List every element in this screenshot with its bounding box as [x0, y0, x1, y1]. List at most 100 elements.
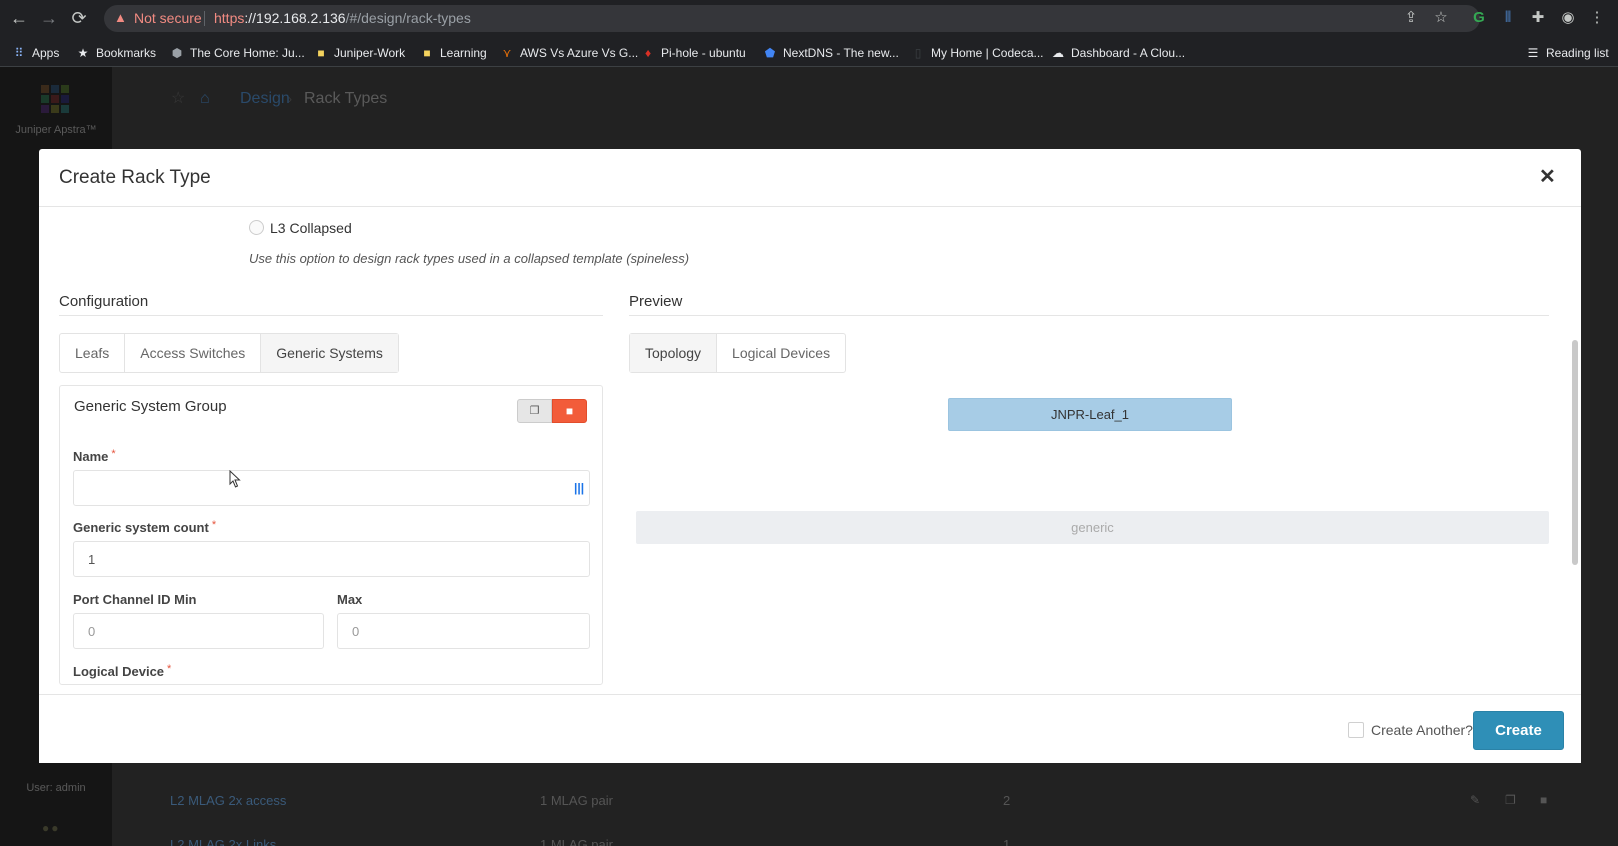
- table-row-name[interactable]: L2 MLAG 2x Links: [170, 837, 276, 846]
- status-dots-icon: ●●: [42, 821, 61, 835]
- bookmark-star-icon[interactable]: ☆: [1430, 7, 1452, 29]
- reload-icon[interactable]: ⟳: [67, 6, 91, 30]
- user-label: User: admin: [26, 782, 86, 794]
- raspberry-icon: ♦: [644, 46, 652, 60]
- trash-icon: ■: [565, 404, 574, 418]
- back-arrow-icon[interactable]: ←: [7, 6, 31, 30]
- port-channel-min-input[interactable]: [73, 613, 324, 649]
- bookmarks-bar: ⠿ Apps ★ Bookmarks ⬢ The Core Home: Ju... ■…: [0, 37, 1618, 67]
- warning-icon: ▲: [114, 10, 127, 25]
- clone-button[interactable]: ❐: [517, 399, 552, 423]
- star-icon[interactable]: ☆: [171, 89, 185, 109]
- clone-icon: ❐: [529, 405, 540, 417]
- table-row-count: 1: [1003, 837, 1011, 846]
- bookmark-nextdns[interactable]: ⬟ NextDNS - The new...: [763, 45, 899, 61]
- trash-icon[interactable]: ■: [1540, 793, 1547, 807]
- breadcrumb-design[interactable]: Design: [240, 89, 290, 109]
- password-manager-icon[interactable]: |||: [574, 481, 584, 495]
- bookmark-aws-azure[interactable]: ⋎ AWS Vs Azure Vs G...: [500, 45, 639, 61]
- required-mark: *: [111, 448, 116, 460]
- l3-collapsed-label[interactable]: L3 Collapsed: [270, 219, 352, 237]
- l3-collapsed-radio[interactable]: [249, 220, 264, 235]
- generic-system-group-panel: Generic System Group ❐ ■ Name * ||| Gener…: [59, 385, 603, 685]
- bookmark-core-home[interactable]: ⬢ The Core Home: Ju...: [170, 45, 305, 61]
- bookmark-apps[interactable]: ⠿ Apps: [12, 45, 60, 61]
- tab-access-switches[interactable]: Access Switches: [125, 334, 262, 372]
- folder-icon: ■: [423, 46, 431, 60]
- share-icon[interactable]: ⇪: [1400, 7, 1422, 29]
- url-host: ://192.168.2.136: [244, 10, 346, 26]
- table-row-type: 1 MLAG pair: [540, 837, 613, 846]
- tab-generic-systems[interactable]: Generic Systems: [261, 334, 398, 372]
- home-icon[interactable]: ⌂: [200, 89, 210, 109]
- port-channel-max-input[interactable]: [337, 613, 590, 649]
- breadcrumb-separator: ›: [288, 92, 292, 106]
- preview-tabs: Topology Logical Devices: [629, 333, 847, 373]
- required-mark: *: [211, 519, 217, 531]
- tab-leafs[interactable]: Leafs: [60, 334, 126, 372]
- name-label: Name *: [73, 448, 116, 464]
- shield-icon: ⬟: [764, 46, 776, 60]
- preview-divider: [629, 315, 1549, 316]
- bookmark-juniper-work[interactable]: ■ Juniper-Work: [314, 45, 405, 61]
- edit-icon[interactable]: ✎: [1470, 793, 1480, 807]
- reading-list-icon: ☰: [1527, 46, 1539, 60]
- puzzle-extensions-icon[interactable]: ✚: [1527, 7, 1549, 29]
- generic-node[interactable]: generic: [636, 511, 1549, 544]
- required-mark: *: [167, 663, 172, 675]
- configuration-divider: [59, 315, 603, 316]
- leaf-node[interactable]: JNPR-Leaf_1: [948, 398, 1232, 431]
- table-row-count: 2: [1003, 793, 1011, 808]
- preview-title: Preview: [629, 293, 683, 310]
- shield-icon: ⬢: [171, 46, 183, 60]
- delete-button[interactable]: ■: [552, 399, 587, 423]
- bookmark-bookmarks[interactable]: ★ Bookmarks: [76, 45, 156, 61]
- create-button[interactable]: Create: [1473, 711, 1564, 750]
- grammarly-extension-icon[interactable]: G: [1468, 7, 1490, 29]
- bookmark-pihole[interactable]: ♦ Pi-hole - ubuntu: [641, 45, 746, 61]
- address-bar[interactable]: ▲ Not secure https://192.168.2.136/#/des…: [104, 5, 1480, 32]
- port-channel-max-label: Max: [337, 592, 363, 607]
- forward-arrow-icon[interactable]: →: [37, 6, 61, 30]
- modal-body[interactable]: L3 Collapsed Use this option to design r…: [39, 207, 1581, 694]
- brand-name: Juniper Apstra™: [15, 124, 97, 136]
- group-actions: ❐ ■: [517, 399, 587, 423]
- generic-system-count-input[interactable]: [73, 541, 590, 577]
- breadcrumb-current: Rack Types: [304, 90, 388, 107]
- clone-icon[interactable]: ❐: [1505, 793, 1516, 807]
- configuration-tabs: Leafs Access Switches Generic Systems: [59, 333, 399, 373]
- cloud-icon: ☁: [1052, 46, 1064, 60]
- configuration-title: Configuration: [59, 293, 149, 310]
- address-separator: [204, 11, 205, 26]
- url-protocol: https: [214, 10, 245, 26]
- security-status[interactable]: Not secure: [134, 10, 202, 27]
- star-icon: ★: [77, 46, 89, 60]
- browser-chrome: ← → ⟳ ▲ Not secure https://192.168.2.136…: [0, 0, 1618, 67]
- bookmark-learning[interactable]: ■ Learning: [420, 45, 486, 61]
- tab-logical-devices[interactable]: Logical Devices: [717, 334, 845, 372]
- modal-scrollbar-thumb[interactable]: [1572, 340, 1578, 565]
- menu-kebab-icon[interactable]: ⋮: [1586, 7, 1608, 29]
- profile-avatar-icon[interactable]: ◉: [1557, 7, 1579, 29]
- extension-icon[interactable]: ⦀: [1497, 7, 1519, 29]
- browser-toolbar: ← → ⟳ ▲ Not secure https://192.168.2.136…: [0, 0, 1618, 37]
- bookmark-my-home[interactable]: ▯ My Home | Codeca...: [911, 45, 1044, 61]
- reading-list[interactable]: ☰ Reading list: [1526, 45, 1609, 61]
- bookmark-dashboard[interactable]: ☁ Dashboard - A Clou...: [1051, 45, 1185, 61]
- table-row-name[interactable]: L2 MLAG 2x access: [170, 793, 286, 809]
- name-input[interactable]: [73, 470, 590, 506]
- apstra-logo: [36, 83, 72, 119]
- tab-topology[interactable]: Topology: [630, 334, 718, 372]
- count-label: Generic system count *: [73, 519, 217, 535]
- modal-title: Create Rack Type: [59, 167, 211, 188]
- modal-footer: Create Another? Create: [39, 694, 1581, 763]
- apps-grid-icon: ⠿: [14, 46, 24, 60]
- url-text[interactable]: https://192.168.2.136/#/design/rack-type…: [214, 10, 471, 27]
- create-another-checkbox[interactable]: [1348, 722, 1364, 738]
- url-path: /#/design/rack-types: [345, 10, 471, 26]
- close-icon[interactable]: ✕: [1539, 167, 1556, 187]
- logical-device-label: Logical Device *: [73, 663, 172, 679]
- port-channel-min-label: Port Channel ID Min: [73, 592, 197, 607]
- create-another-label[interactable]: Create Another?: [1371, 722, 1473, 739]
- l3-collapsed-hint: Use this option to design rack types use…: [249, 251, 690, 266]
